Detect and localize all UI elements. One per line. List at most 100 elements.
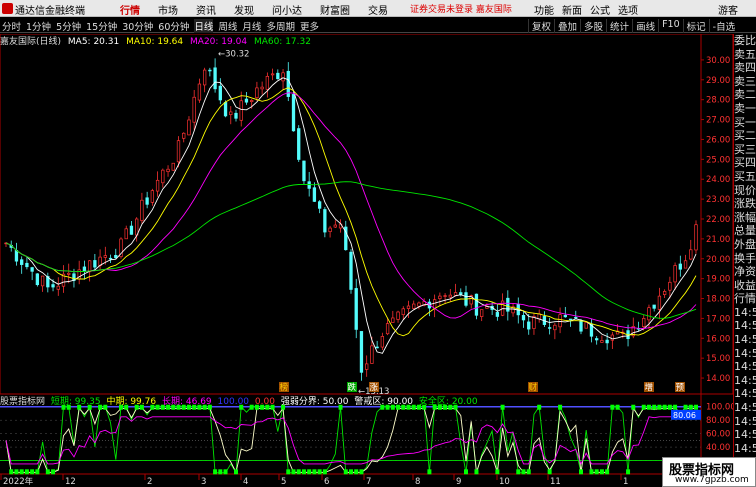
tab-30min[interactable]: 30分钟	[122, 19, 153, 33]
tab-weekly[interactable]: 周线	[218, 19, 237, 33]
tab-60min[interactable]: 60分钟	[158, 19, 189, 33]
event-label: 涨	[370, 382, 379, 393]
tab-monthly[interactable]: 月线	[242, 19, 261, 33]
stock-name: 嘉友国际(日线)	[0, 37, 62, 47]
candle-up	[668, 281, 672, 291]
sidebar-item: 涨幅	[734, 210, 756, 224]
price-tick-label: 20.00	[706, 255, 730, 265]
candle-down	[563, 314, 567, 318]
oversold-marker	[317, 469, 322, 475]
indicator-tick-label: 60.00	[706, 430, 730, 440]
candle-up	[182, 132, 186, 139]
tool-watchlist[interactable]: -自选	[708, 19, 738, 33]
sidebar-item: 买三	[734, 142, 756, 156]
menu-trade[interactable]: 交易	[368, 2, 388, 17]
price-tick-label: 27.00	[706, 116, 730, 126]
tool-adjust[interactable]: 复权	[528, 19, 554, 33]
candle-down	[218, 85, 222, 101]
menu-new-page[interactable]: 新面	[562, 2, 582, 17]
tab-multi-period[interactable]: 多周期	[266, 19, 295, 33]
menu-ask[interactable]: 问小达	[272, 2, 302, 17]
candle-up	[683, 260, 688, 269]
guest-user[interactable]: 游客	[718, 2, 738, 17]
price-tick-label: 23.00	[706, 195, 730, 205]
overbought-marker	[657, 404, 662, 410]
login-warning[interactable]: 证券交易未登录 嘉友国际	[410, 2, 512, 15]
candle-up	[370, 345, 374, 364]
tab-intraday[interactable]: 分时	[2, 19, 21, 33]
tab-more[interactable]: 更多	[300, 19, 319, 33]
indicator-name[interactable]: 股票指标网	[0, 397, 45, 407]
candle-up	[558, 314, 562, 328]
price-tick-label: 26.00	[706, 135, 730, 145]
ma60-value: MA60: 17.32	[253, 37, 311, 47]
menu-discover[interactable]: 发现	[234, 2, 254, 17]
menu-wealth[interactable]: 财富圈	[320, 2, 350, 17]
candle-up	[365, 363, 369, 370]
chart-tools: 复权 叠加 多股 统计 画线 F10 标记 -自选	[528, 19, 738, 33]
date-label: 10	[499, 477, 510, 487]
oversold-marker	[312, 469, 317, 475]
candle-down	[213, 67, 217, 90]
candle-down	[234, 112, 238, 119]
sidebar-item: 换手	[734, 251, 756, 265]
indicator-tick-label: 80.00	[706, 416, 730, 426]
tab-1min[interactable]: 1分钟	[26, 19, 51, 33]
date-label: 5	[281, 477, 286, 487]
oversold-marker	[579, 469, 583, 475]
candle-down	[14, 250, 19, 262]
sidebar-item: 卖二	[734, 88, 756, 102]
candle-down	[527, 321, 531, 330]
candle-down	[291, 94, 296, 132]
menu-function[interactable]: 功能	[534, 2, 554, 17]
price-tick-label: 16.00	[706, 334, 730, 344]
tool-f10[interactable]: F10	[658, 19, 683, 33]
indicator-v1: 100.00	[217, 397, 250, 407]
oversold-marker	[516, 469, 521, 475]
candle-down	[307, 181, 311, 189]
sidebar-item: 买二	[734, 129, 756, 143]
overbought-marker	[558, 404, 563, 410]
sidebar-item: 14:5	[734, 441, 756, 455]
candle-down	[605, 339, 609, 344]
sidebar-item: 收益	[734, 278, 756, 292]
sidebar-item: 14:5	[734, 305, 756, 319]
menu-news[interactable]: 资讯	[196, 2, 216, 17]
tool-overlay[interactable]: 叠加	[554, 19, 580, 33]
menu-formula[interactable]: 公式	[590, 2, 610, 17]
tool-draw[interactable]: 画线	[632, 19, 658, 33]
sidebar-item: 委比	[734, 34, 756, 47]
oversold-marker	[474, 469, 479, 475]
candle-down	[302, 160, 306, 182]
candle-up	[391, 317, 395, 323]
price-tick-label: 17.00	[706, 314, 730, 324]
tab-15min[interactable]: 15分钟	[86, 19, 117, 33]
overbought-marker	[683, 404, 688, 410]
candle-up	[197, 83, 202, 101]
date-label: 6	[324, 477, 329, 487]
kline-chart[interactable]: 14.0015.0016.0017.0018.0019.0020.0021.00…	[0, 34, 733, 487]
overbought-marker	[615, 404, 620, 410]
oversold-marker	[291, 469, 296, 475]
tool-stats[interactable]: 统计	[606, 19, 632, 33]
candle-up	[432, 299, 437, 309]
overbought-marker	[646, 404, 651, 410]
candle-up	[67, 272, 71, 275]
menu-options[interactable]: 选项	[618, 2, 638, 17]
date-label: 11	[550, 477, 561, 487]
candle-up	[401, 308, 405, 316]
tab-daily[interactable]: 日线	[194, 19, 214, 33]
tool-multi-stock[interactable]: 多股	[580, 19, 606, 33]
menu-quotes[interactable]: 行情	[120, 2, 140, 17]
tab-5min[interactable]: 5分钟	[56, 19, 81, 33]
candle-down	[145, 197, 149, 205]
candle-up	[584, 322, 588, 329]
candle-up	[250, 100, 254, 103]
sidebar-item: 买四	[734, 156, 756, 170]
oversold-marker	[626, 469, 631, 475]
candle-up	[600, 340, 604, 343]
candle-down	[108, 257, 113, 260]
menu-market[interactable]: 市场	[158, 2, 178, 17]
price-tick-label: 18.00	[706, 295, 730, 305]
tool-mark[interactable]: 标记	[682, 19, 709, 33]
